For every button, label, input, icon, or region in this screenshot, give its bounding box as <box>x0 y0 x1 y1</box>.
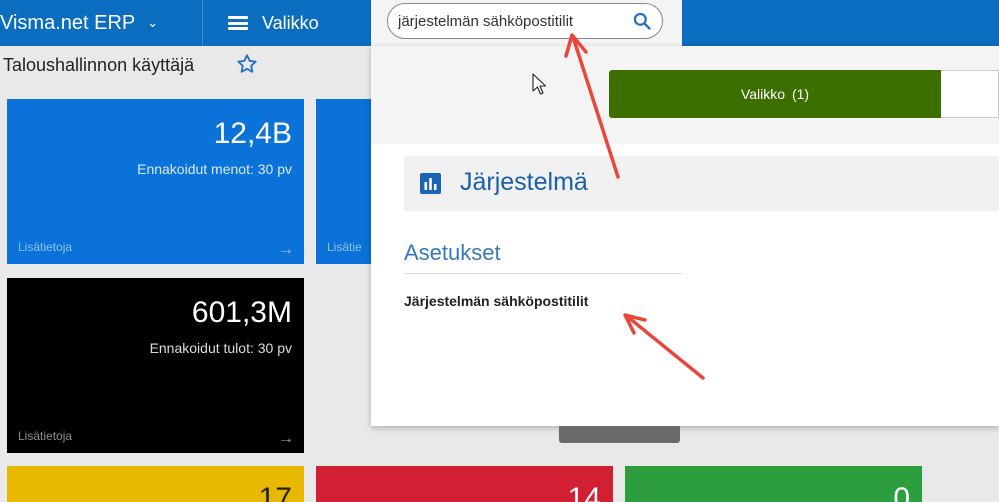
tile-value: 601,3M <box>191 296 292 329</box>
tile-value: 14 <box>567 482 601 502</box>
header-divider <box>202 0 203 46</box>
tile-value: 0 <box>893 482 910 502</box>
tile-more-link[interactable]: Lisätietoja <box>18 429 72 443</box>
arrow-right-icon: → <box>278 430 294 447</box>
menu-button[interactable]: Valikko <box>228 0 319 46</box>
tile-expenses[interactable]: 12,4B Ennakoidut menot: 30 pv Lisätietoj… <box>7 99 304 264</box>
search-input[interactable] <box>398 10 620 32</box>
tile-value: 12,4B <box>213 117 292 150</box>
brand-switcher[interactable]: Visma.net ERP ⌄ <box>0 0 202 46</box>
tile-subtitle: Ennakoidut tulot: 30 pv <box>149 340 292 356</box>
heading-divider <box>404 273 682 274</box>
hamburger-icon <box>228 16 248 30</box>
tab-label: Valikko <box>740 86 785 102</box>
tab-count: (1) <box>791 86 810 102</box>
tile-second[interactable]: Lisätie <box>316 99 371 264</box>
tile-more-link[interactable]: Lisätietoja <box>18 240 72 254</box>
brand-label: Visma.net ERP <box>0 11 136 34</box>
tile-value: 17 <box>258 482 292 502</box>
chevron-down-icon: ⌄ <box>147 15 159 30</box>
tile-more-link[interactable]: Lisätie <box>327 240 362 254</box>
tile-yellow[interactable]: 17 <box>7 466 304 502</box>
tile-subtitle: Ennakoidut menot: 30 pv <box>137 161 292 177</box>
chart-icon <box>420 173 441 194</box>
menu-label: Valikko <box>262 12 319 33</box>
tab-other-results[interactable] <box>941 70 999 118</box>
tile-red[interactable]: 14 <box>316 466 613 502</box>
dashboard-title: Taloushallinnon käyttäjä <box>3 55 195 75</box>
tile-green[interactable]: 0 <box>625 466 922 502</box>
section-title: Järjestelmä <box>460 168 588 196</box>
arrow-right-icon: → <box>278 241 294 258</box>
tab-menu-results[interactable]: Valikko (1) <box>609 70 941 118</box>
tile-income[interactable]: 601,3M Ennakoidut tulot: 30 pv Lisätieto… <box>7 278 304 453</box>
star-icon[interactable] <box>236 53 258 75</box>
result-item-email-accounts[interactable]: Järjestelmän sähköpostitilit <box>404 293 588 309</box>
search-field[interactable] <box>387 3 663 39</box>
search-icon[interactable] <box>632 11 652 31</box>
panel-handle[interactable] <box>559 426 680 443</box>
group-heading: Asetukset <box>404 240 501 265</box>
